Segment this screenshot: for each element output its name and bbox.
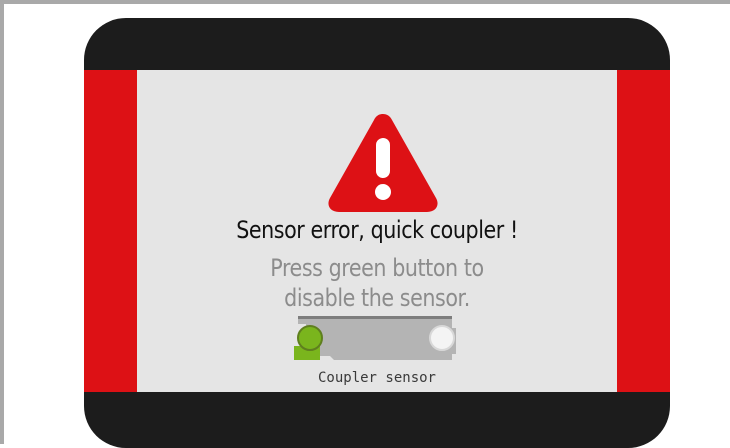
window-frame: Sensor error, quick coupler ! Press gree… <box>0 0 730 448</box>
coupler-sensor-label: Coupler sensor <box>317 370 436 386</box>
alert-message-line-1: Press green button to <box>270 254 484 282</box>
coupler-sensor-graphic <box>294 316 456 360</box>
left-sensor-indicator <box>297 325 323 351</box>
right-sensor-indicator <box>429 325 455 351</box>
display-screen: Sensor error, quick coupler ! Press gree… <box>84 18 670 448</box>
alert-message-line-2: disable the sensor. <box>284 284 470 312</box>
alert-title: Sensor error, quick coupler ! <box>236 216 518 244</box>
warning-triangle-icon <box>328 114 438 212</box>
